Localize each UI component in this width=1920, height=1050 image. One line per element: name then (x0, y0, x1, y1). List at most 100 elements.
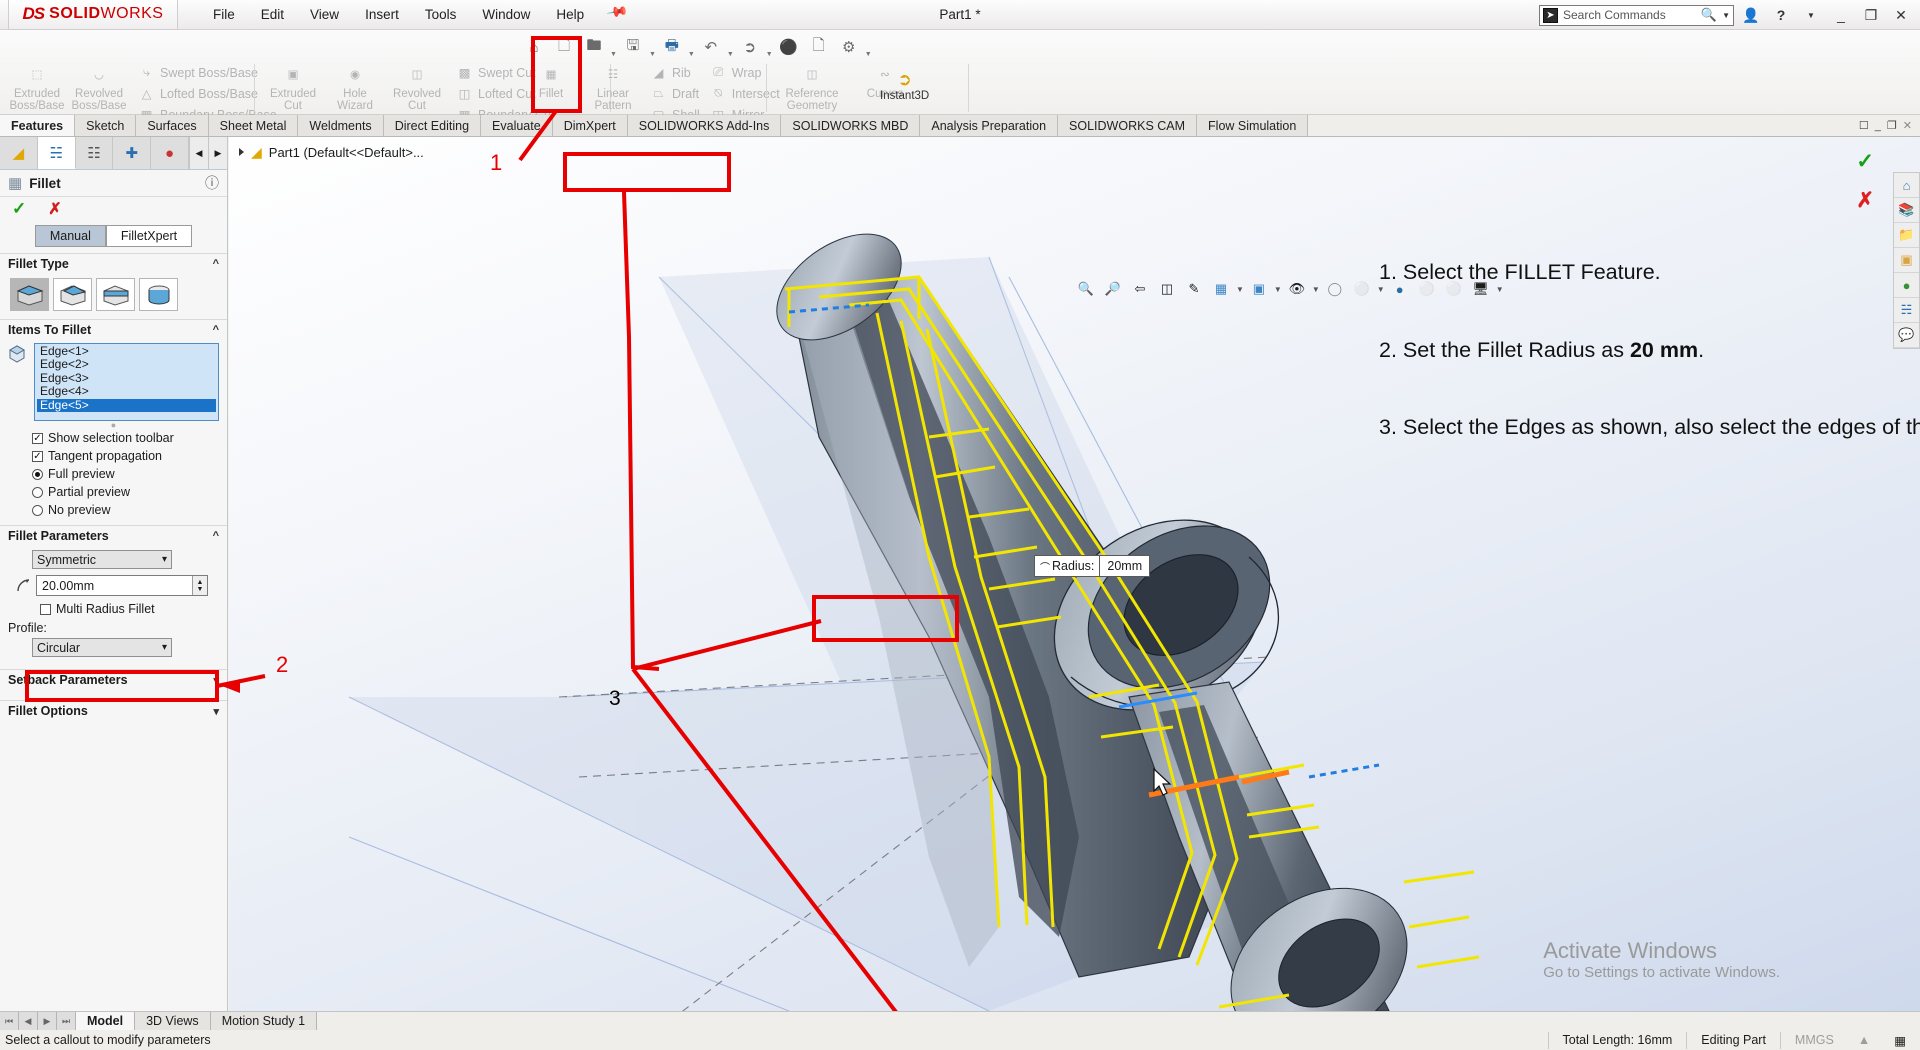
radio-unselected-icon[interactable] (32, 505, 43, 516)
chevron-up-icon[interactable]: ^ (213, 258, 219, 270)
prev-arrow-icon[interactable]: ◀ (189, 137, 208, 169)
next-arrow-icon[interactable]: ▶ (208, 137, 227, 169)
chevron-down-icon[interactable]: ▾ (162, 642, 167, 653)
rib-button[interactable]: ◢ Rib (650, 63, 700, 82)
restore-icon[interactable]: ❐ (1858, 2, 1884, 28)
reference-geometry-button[interactable]: ◫ Reference Geometry (770, 62, 854, 112)
ok-check-icon[interactable]: ✓ (1856, 149, 1874, 174)
items-to-fillet-section-header[interactable]: Items To Fillet ^ (0, 319, 227, 340)
constant-size-fillet-icon[interactable] (10, 278, 49, 311)
save-icon[interactable]: 🖫 (619, 32, 647, 62)
prev-icon[interactable]: ◀ (19, 1012, 38, 1030)
overlay-icon[interactable]: ▦ (1880, 1032, 1920, 1049)
partial-preview-radio-row[interactable]: Partial preview (0, 483, 227, 501)
new-doc-icon[interactable]: 🗋 (550, 32, 578, 62)
search-commands-box[interactable]: ➤ Search Commands 🔍 ▼ (1539, 5, 1734, 26)
view-orientation-icon[interactable]: ▦ (1209, 277, 1233, 301)
user-account-icon[interactable]: 👤 (1738, 2, 1764, 28)
tab-solidworks-cam[interactable]: SOLIDWORKS CAM (1058, 115, 1197, 136)
menu-insert[interactable]: Insert (352, 3, 412, 26)
radius-callout[interactable]: ⌒Radius: 20mm (1034, 555, 1150, 577)
restore-down-icon[interactable]: ☐ (1859, 119, 1869, 132)
edit-appearance-icon[interactable]: ✎ (1182, 277, 1206, 301)
pin-icon[interactable]: 📌 (602, 0, 629, 29)
last-icon[interactable]: ⏭ (57, 1012, 76, 1030)
tab-evaluate[interactable]: Evaluate (481, 115, 553, 136)
search-input[interactable]: Search Commands (1563, 8, 1696, 22)
no-preview-radio-row[interactable]: No preview (0, 501, 227, 519)
tab-features[interactable]: Features (0, 115, 75, 136)
radio-unselected-icon[interactable] (32, 487, 43, 498)
options-gear-icon[interactable]: ⚙ (835, 32, 863, 62)
manual-mode-button[interactable]: Manual (35, 225, 106, 247)
fillet-options-section-header[interactable]: Fillet Options ▾ (0, 700, 227, 721)
full-preview-radio-row[interactable]: Full preview (0, 465, 227, 483)
help-dropdown-caret-icon[interactable]: ▼ (1798, 2, 1824, 28)
maximize-icon[interactable]: ❐ (1887, 119, 1897, 132)
full-round-fillet-icon[interactable] (139, 278, 178, 311)
menu-file[interactable]: File (200, 3, 248, 26)
dimxpert-manager-tab[interactable]: ✚ (113, 137, 151, 169)
fillet-radius-input[interactable]: 20.00mm ▲▼ (36, 575, 208, 596)
appearances-icon[interactable]: ● (1894, 273, 1919, 298)
close-icon[interactable]: ✕ (1888, 2, 1914, 28)
cancel-x-icon[interactable]: ✗ (48, 199, 61, 219)
checkbox-checked-icon[interactable]: ✓ (32, 433, 43, 444)
menu-edit[interactable]: Edit (248, 3, 297, 26)
tab-solidworks-add-ins[interactable]: SOLIDWORKS Add-Ins (628, 115, 782, 136)
magnifier-icon[interactable]: 🔍 (1701, 7, 1717, 23)
zoom-to-fit-icon[interactable]: 🔍 (1074, 277, 1098, 301)
tab-sketch[interactable]: Sketch (75, 115, 136, 136)
minimize-icon[interactable]: _ (1828, 2, 1854, 28)
close-icon[interactable]: ✕ (1903, 119, 1912, 132)
rebuild-icon[interactable]: 🗋 (805, 32, 833, 62)
radius-callout-value[interactable]: 20mm (1100, 556, 1149, 576)
fillet-parameters-section-header[interactable]: Fillet Parameters ^ (0, 525, 227, 546)
view-settings-icon[interactable]: ⚪ (1350, 277, 1374, 301)
units-caret-icon[interactable]: ▲ (1848, 1032, 1880, 1049)
tab-3d-views[interactable]: 3D Views (135, 1012, 211, 1030)
symmetry-select[interactable]: Symmetric ▾ (32, 550, 172, 569)
annotations-icon[interactable]: 💬 (1894, 323, 1919, 348)
first-icon[interactable]: ⏮ (0, 1012, 19, 1030)
next-icon[interactable]: ▶ (38, 1012, 57, 1030)
undo-icon[interactable]: ↶ (697, 32, 725, 62)
help-icon[interactable]: ? (1768, 2, 1794, 28)
chevron-down-icon[interactable]: ▾ (162, 554, 167, 565)
swept-boss-base-button[interactable]: ⤷ Swept Boss/Base (138, 63, 277, 82)
menu-view[interactable]: View (297, 3, 352, 26)
measure-icon[interactable]: ⚫ (775, 32, 803, 62)
checkbox-checked-icon[interactable]: ✓ (32, 451, 43, 462)
filletxpert-mode-button[interactable]: FilletXpert (106, 225, 192, 247)
tab-sheet-metal[interactable]: Sheet Metal (209, 115, 299, 136)
units-value[interactable]: MMGS (1780, 1032, 1848, 1049)
linear-pattern-button[interactable]: ☷ Linear Pattern (582, 62, 644, 112)
show-selection-toolbar-row[interactable]: ✓ Show selection toolbar (0, 429, 227, 447)
variable-size-fillet-icon[interactable] (53, 278, 92, 311)
tangent-propagation-row[interactable]: ✓ Tangent propagation (0, 447, 227, 465)
profile-select[interactable]: Circular ▾ (32, 638, 172, 657)
list-resize-handle[interactable]: ● (0, 421, 227, 429)
file-explorer-icon[interactable]: 📁 (1894, 223, 1919, 248)
edge-list[interactable]: Edge<1> Edge<2> Edge<3> Edge<4> Edge<5> (34, 343, 219, 421)
revolved-boss-base-button[interactable]: ◡ Revolved Boss/Base (68, 62, 130, 112)
extruded-cut-button[interactable]: ▣ Extruded Cut (262, 62, 324, 112)
property-manager-tab[interactable]: ☵ (38, 137, 76, 169)
setback-parameters-section-header[interactable]: Setback Parameters ▾ (0, 669, 227, 690)
list-item[interactable]: Edge<3> (37, 372, 216, 385)
cancel-x-icon[interactable]: ✗ (1856, 188, 1874, 213)
quantity-stepper[interactable]: ▲▼ (192, 576, 207, 595)
revolved-cut-button[interactable]: ◫ Revolved Cut (386, 62, 448, 112)
tab-solidworks-mbd[interactable]: SOLIDWORKS MBD (781, 115, 920, 136)
chevron-down-icon[interactable]: ▾ (213, 674, 219, 687)
ok-check-icon[interactable]: ✓ (12, 199, 26, 219)
graphics-area[interactable]: ◢ Part1 (Default<<Default>... (229, 137, 1920, 1011)
menu-tools[interactable]: Tools (412, 3, 470, 26)
fillet-button[interactable]: ▦ Fillet (520, 62, 582, 100)
search-dropdown-caret-icon[interactable]: ▼ (1722, 11, 1730, 20)
view-palette-icon[interactable]: ▣ (1894, 248, 1919, 273)
apply-scene-icon[interactable]: ◯ (1323, 277, 1347, 301)
help-icon[interactable]: ⓘ (205, 173, 219, 193)
tab-model[interactable]: Model (76, 1012, 135, 1030)
list-item[interactable]: Edge<2> (37, 358, 216, 371)
